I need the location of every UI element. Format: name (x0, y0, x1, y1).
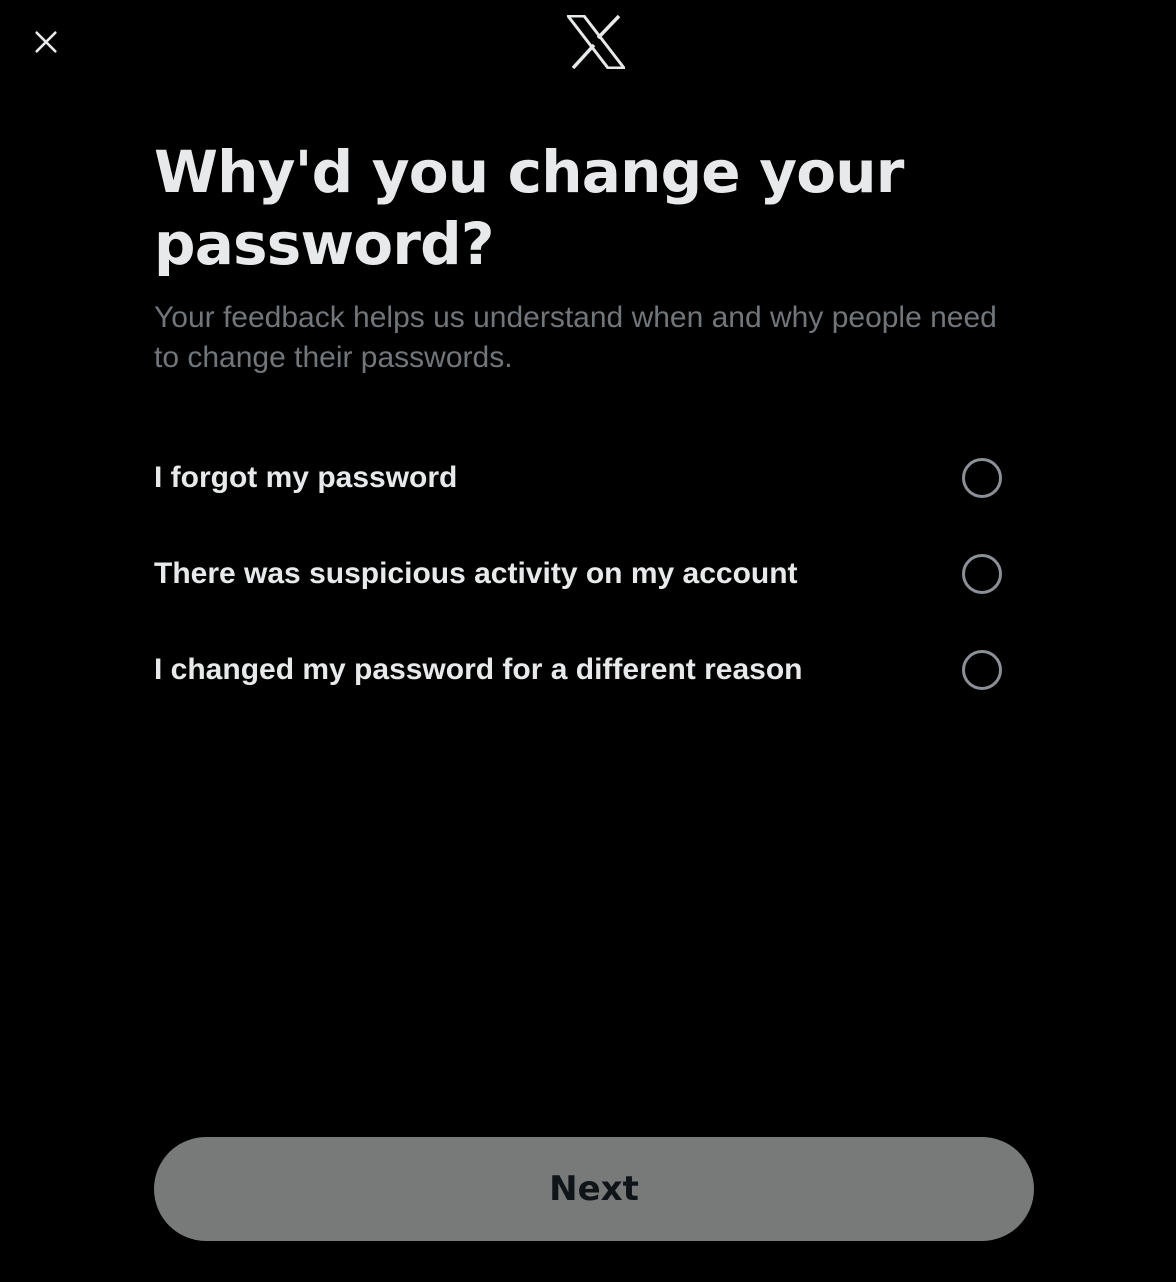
option-forgot-password[interactable]: I forgot my password (154, 430, 1004, 526)
next-button[interactable]: Next (154, 1137, 1034, 1241)
page-title: Why'd you change your password? (154, 138, 904, 278)
x-logo-icon (564, 14, 628, 70)
password-change-feedback-dialog: Why'd you change your password? Your fee… (0, 0, 1176, 1282)
close-button[interactable] (22, 18, 70, 66)
option-label: I changed my password for a different re… (154, 653, 803, 686)
radio-button[interactable] (962, 458, 1002, 498)
option-suspicious-activity[interactable]: There was suspicious activity on my acco… (154, 526, 1004, 622)
option-different-reason[interactable]: I changed my password for a different re… (154, 622, 1004, 718)
option-label: There was suspicious activity on my acco… (154, 557, 798, 590)
option-label: I forgot my password (154, 461, 458, 494)
dialog-content: Why'd you change your password? Your fee… (154, 136, 1024, 718)
page-subtitle: Your feedback helps us understand when a… (154, 301, 997, 374)
close-icon (35, 31, 57, 53)
radio-button[interactable] (962, 650, 1002, 690)
reason-options: I forgot my password There was suspiciou… (154, 430, 1004, 718)
radio-button[interactable] (962, 554, 1002, 594)
